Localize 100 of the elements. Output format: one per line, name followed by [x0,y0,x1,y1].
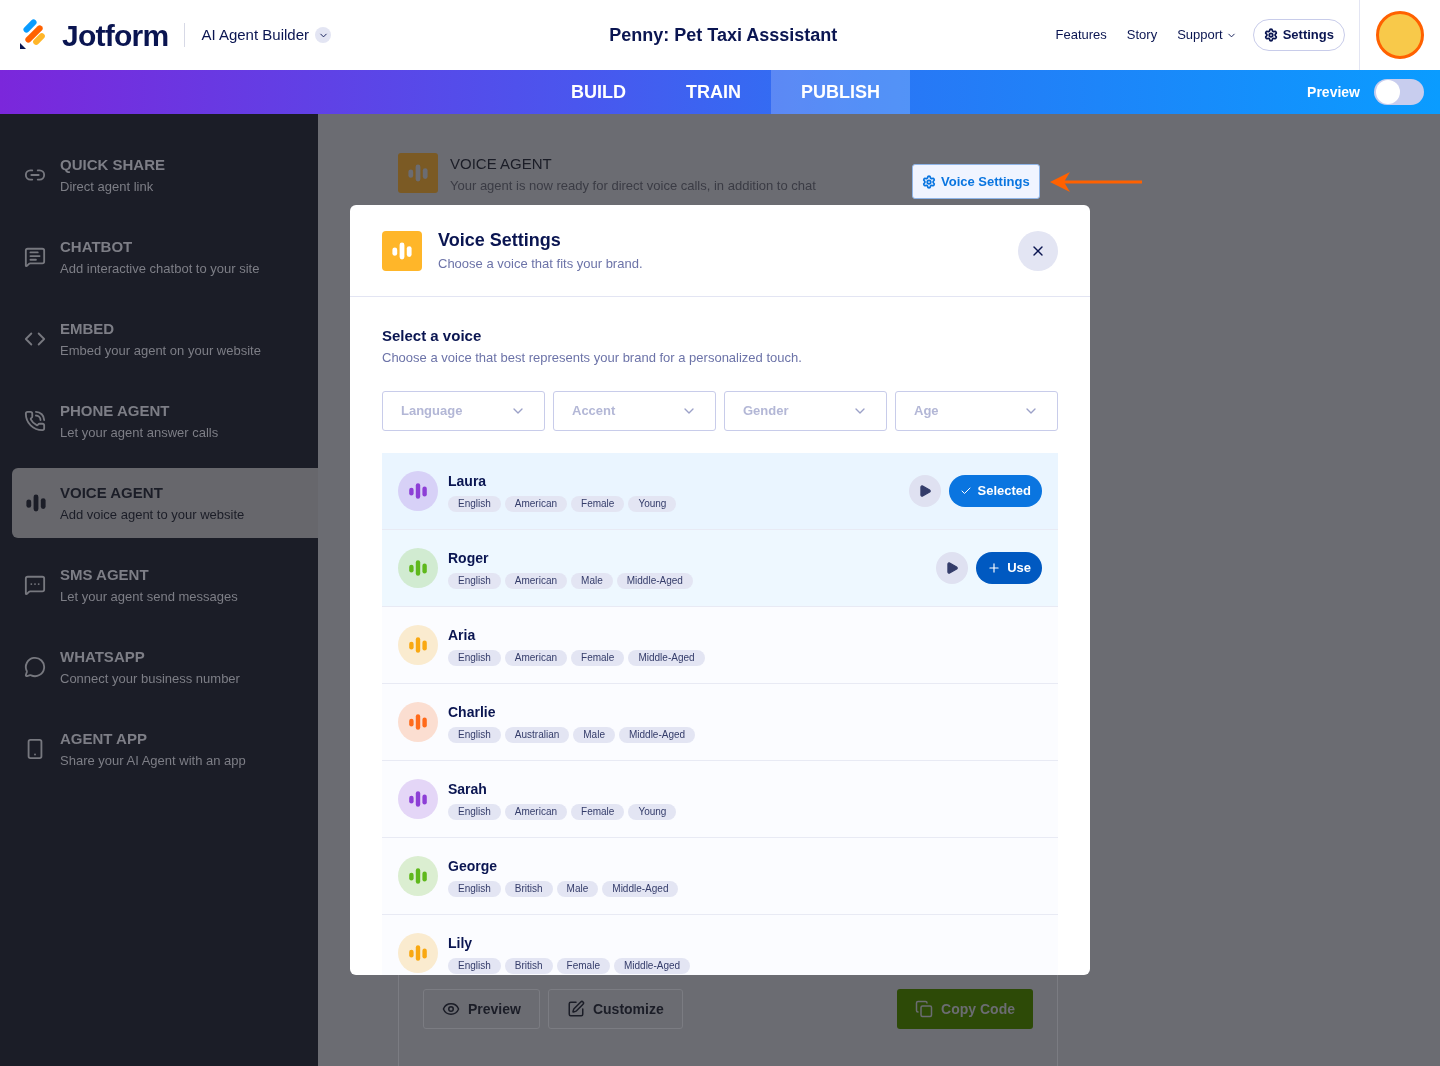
voice-tag: English [448,572,501,589]
voice-tag: English [448,803,501,820]
sidebar-item[interactable]: WHATSAPP Connect your business number [12,632,318,702]
voice-name: George [448,856,498,876]
sidebar-item-title: QUICK SHARE [60,155,165,175]
voice-tag: American [504,649,568,666]
arrow-icon [1049,170,1142,194]
sidebar-item-title: AGENT APP [60,729,148,749]
play-button[interactable] [936,552,969,584]
nav-tab[interactable]: TRAIN [656,70,771,114]
voice-row[interactable]: Roger English American Male Middle-Aged Use [382,530,1058,606]
voice-tag: Male [556,880,599,897]
section-subtitle: Choose a voice that best represents your brand for a personalized touch. [382,348,803,367]
voice-tag: Middle-Aged [618,726,696,743]
sidebar-item[interactable]: EMBED Embed your agent on your website [12,304,318,374]
voice-row[interactable]: Laura English American Female Young Selected [382,453,1058,529]
voice-tag: American [504,572,568,589]
preview-toggle[interactable] [1374,79,1424,105]
chat-icon [24,246,46,268]
play-icon [917,484,932,498]
voice-name: Roger [448,548,490,568]
preview-button[interactable]: Preview [423,989,540,1029]
phone-icon [24,410,46,432]
voice-name: Laura [448,471,488,491]
chat-icon [24,574,46,596]
voice-settings-button[interactable]: Voice Settings [912,164,1040,199]
voice-row[interactable]: Aria English American Female Middle-Aged [382,607,1058,683]
voice-tag: Female [571,649,625,666]
voice-tag: Middle-Aged [602,880,679,897]
sidebar-item-title: EMBED [60,319,116,339]
voice-row[interactable]: Charlie English Australian Male Middle-Aged [382,684,1058,760]
sidebar-item-subtitle: Add voice agent to your website [60,505,245,524]
voice-tag: Female [571,495,625,512]
voice-row[interactable]: Lily English British Female Middle-Aged [382,915,1058,975]
edit-icon [566,1000,585,1018]
voice-tag: Middle-Aged [628,649,705,666]
nav-link[interactable]: Support [1177,25,1237,45]
preview-label: Preview [1307,82,1360,102]
sidebar-item-subtitle: Connect your business number [60,669,240,688]
nav-link[interactable]: Features [1055,25,1107,45]
settings-icon [922,174,936,189]
sidebar-item[interactable]: SMS AGENT Let your agent send messages [12,550,318,620]
section-title: VOICE AGENT [450,154,553,174]
play-button[interactable] [908,475,941,507]
copy-icon [915,1000,934,1018]
settings-icon [1263,28,1278,42]
agent-title: Penny: Pet Taxi Asssistant [609,23,838,47]
dialog-title: Voice Settings [438,229,562,253]
voice-tag: English [448,726,501,743]
voice-name: Aria [448,625,477,645]
voice-tag: Middle-Aged [613,957,691,974]
sidebar-item-title: CHATBOT [60,237,134,257]
sidebar-item-subtitle: Let your agent answer calls [60,423,219,442]
check-icon [959,485,972,497]
sidebar-item-title: WHATSAPP [60,647,146,667]
voice-name: Sarah [448,779,488,799]
voice-tag: Male [573,726,615,743]
sidebar-item-subtitle: Let your agent send messages [60,587,238,606]
voice-tag: English [448,957,501,974]
sidebar-item[interactable]: QUICK SHARE Direct agent link [12,140,318,210]
voice-tag: Female [556,957,610,974]
plus-icon [987,561,1002,575]
eye-icon [442,1000,460,1018]
nav-link[interactable]: Story [1126,25,1158,45]
voice-tag: British [504,957,553,974]
nav-tab[interactable]: PUBLISH [771,70,910,114]
sidebar-item-title: VOICE AGENT [60,483,164,503]
sidebar-item-subtitle: Share your AI Agent with an app [60,751,246,770]
avatar[interactable] [1376,11,1424,59]
sidebar-item[interactable]: VOICE AGENT Add voice agent to your website [12,468,318,538]
sidebar-item[interactable]: CHATBOT Add interactive chatbot to your site [12,222,318,292]
play-icon [945,561,960,575]
voice-tag: Young [628,803,677,820]
sidebar-item[interactable]: AGENT APP Share your AI Agent with an app [12,714,318,784]
voice-tag: English [448,649,501,666]
voice-tag: American [504,495,568,512]
customize-button[interactable]: Customize [547,989,683,1029]
use-button[interactable]: Use [976,552,1042,584]
voice-name: Lily [448,933,474,953]
selected-button[interactable]: Selected [948,475,1042,507]
voice-tag: Male [571,572,613,589]
voice-row[interactable]: George English British Male Middle-Aged [382,838,1058,914]
logo-text: Jotform [62,17,169,54]
nav-tab[interactable]: BUILD [541,70,656,114]
voice-tag: British [504,880,553,897]
dialog-subtitle: Choose a voice that fits your brand. [438,255,644,274]
sidebar-item-subtitle: Add interactive chatbot to your site [60,259,260,278]
chevron-icon[interactable] [315,27,331,43]
product-name: AI Agent Builder [201,24,309,45]
voice-tag: English [448,880,501,897]
voice-tag: Middle-Aged [616,572,693,589]
chat-bubble-icon [24,656,46,678]
voice-tag: Young [628,495,677,512]
voice-row[interactable]: Sarah English American Female Young [382,761,1058,837]
sidebar-item[interactable]: PHONE AGENT Let your agent answer calls [12,386,318,456]
voice-tag: Female [571,803,625,820]
sidebar-item-title: SMS AGENT [60,565,150,585]
sidebar-item-subtitle: Direct agent link [60,177,155,196]
voice-tag: Australian [504,726,570,743]
close-button[interactable] [1018,230,1058,271]
